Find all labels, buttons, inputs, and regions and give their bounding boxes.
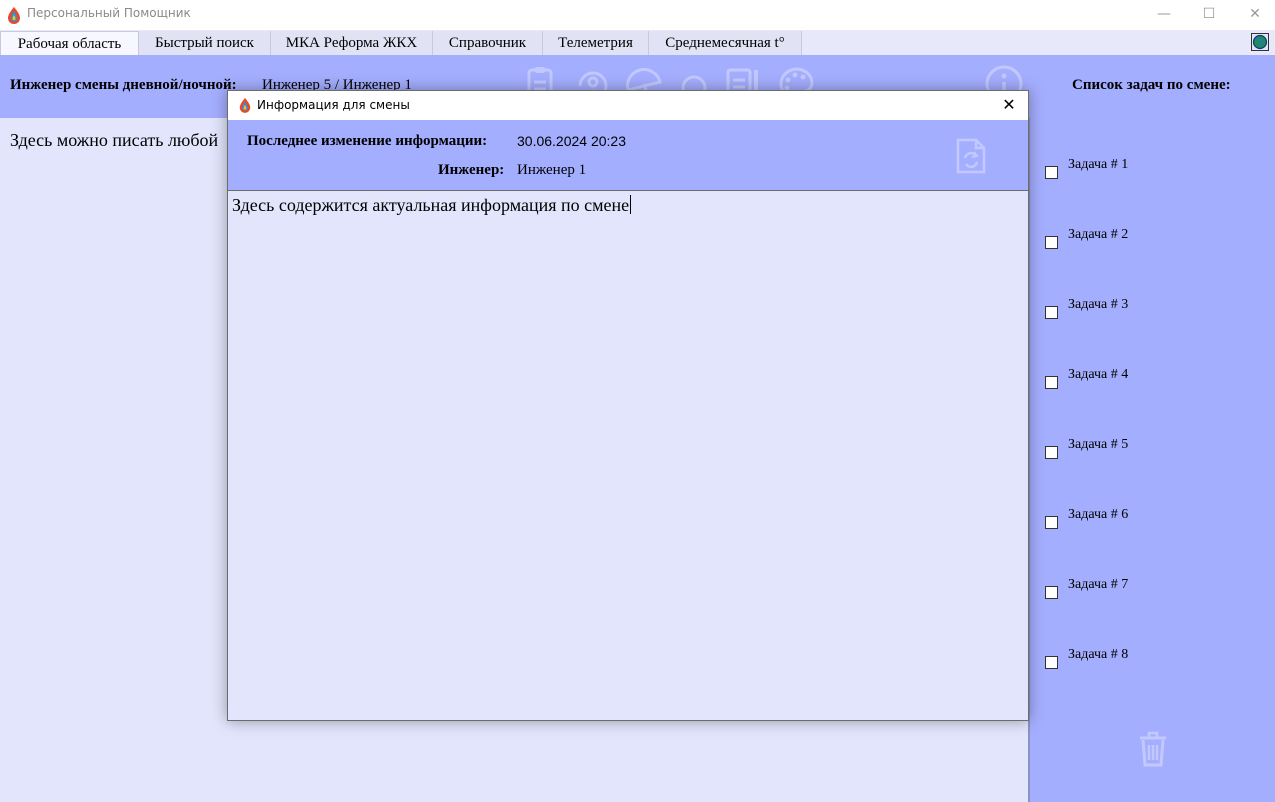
task-label: Задача # 6 [1068,507,1129,522]
dialog-close-button[interactable]: ✕ [994,91,1024,120]
flame-drop-icon [239,98,251,113]
task-checkbox[interactable] [1045,516,1058,529]
tasks-title: Список задач по смене: [1072,77,1231,93]
task-checkbox[interactable] [1045,656,1058,669]
dialog-title: Информация для смены [257,98,410,112]
document-refresh-icon[interactable] [954,136,988,176]
minimize-button[interactable]: — [1141,0,1187,30]
last-modified-label: Последнее изменение информации: [247,133,488,149]
globe-icon[interactable] [1251,33,1269,51]
tab-monthly-temperature[interactable]: Среднемесячная t° [649,31,802,55]
window-title: Персональный Помощник [27,6,191,20]
task-checkbox[interactable] [1045,166,1058,179]
tasks-panel [1030,55,1275,802]
task-label: Задача # 8 [1068,647,1129,662]
text-cursor [630,195,632,214]
task-checkbox[interactable] [1045,376,1058,389]
maximize-button[interactable]: ☐ [1186,0,1232,30]
tab-telemetry[interactable]: Телеметрия [543,31,649,55]
tab-mka-reform[interactable]: МКА Реформа ЖКХ [271,31,433,55]
trash-icon[interactable] [1138,731,1168,767]
task-label: Задача # 2 [1068,227,1129,242]
dialog-body-textarea[interactable]: Здесь содержится актуальная информация п… [232,195,632,216]
task-label: Задача # 1 [1068,157,1129,172]
task-checkbox[interactable] [1045,586,1058,599]
tab-reference[interactable]: Справочник [433,31,543,55]
shift-engineer-label: Инженер смены дневной/ночной: [10,77,237,93]
task-checkbox[interactable] [1045,446,1058,459]
tab-quick-search[interactable]: Быстрый поиск [139,31,271,55]
dialog-engineer-value: Инженер 1 [517,162,587,178]
workspace-text: Здесь можно писать любой [10,130,219,150]
flame-drop-icon [8,7,20,24]
task-label: Задача # 7 [1068,577,1129,592]
shift-info-dialog: Информация для смены ✕ Последнее изменен… [227,90,1029,721]
task-label: Задача # 5 [1068,437,1129,452]
task-label: Задача # 3 [1068,297,1129,312]
dialog-body-text: Здесь содержится актуальная информация п… [232,195,630,215]
last-modified-value: 30.06.2024 20:23 [517,133,626,149]
window-titlebar: Персональный Помощник — ☐ ✕ [0,0,1275,30]
dialog-titlebar: Информация для смены ✕ [228,91,1028,120]
task-checkbox[interactable] [1045,306,1058,319]
dialog-engineer-label: Инженер: [438,162,505,178]
window-close-button[interactable]: ✕ [1232,0,1275,30]
tab-workspace[interactable]: Рабочая область [0,31,139,56]
task-checkbox[interactable] [1045,236,1058,249]
task-label: Задача # 4 [1068,367,1129,382]
dialog-header: Последнее изменение информации: 30.06.20… [228,120,1028,191]
